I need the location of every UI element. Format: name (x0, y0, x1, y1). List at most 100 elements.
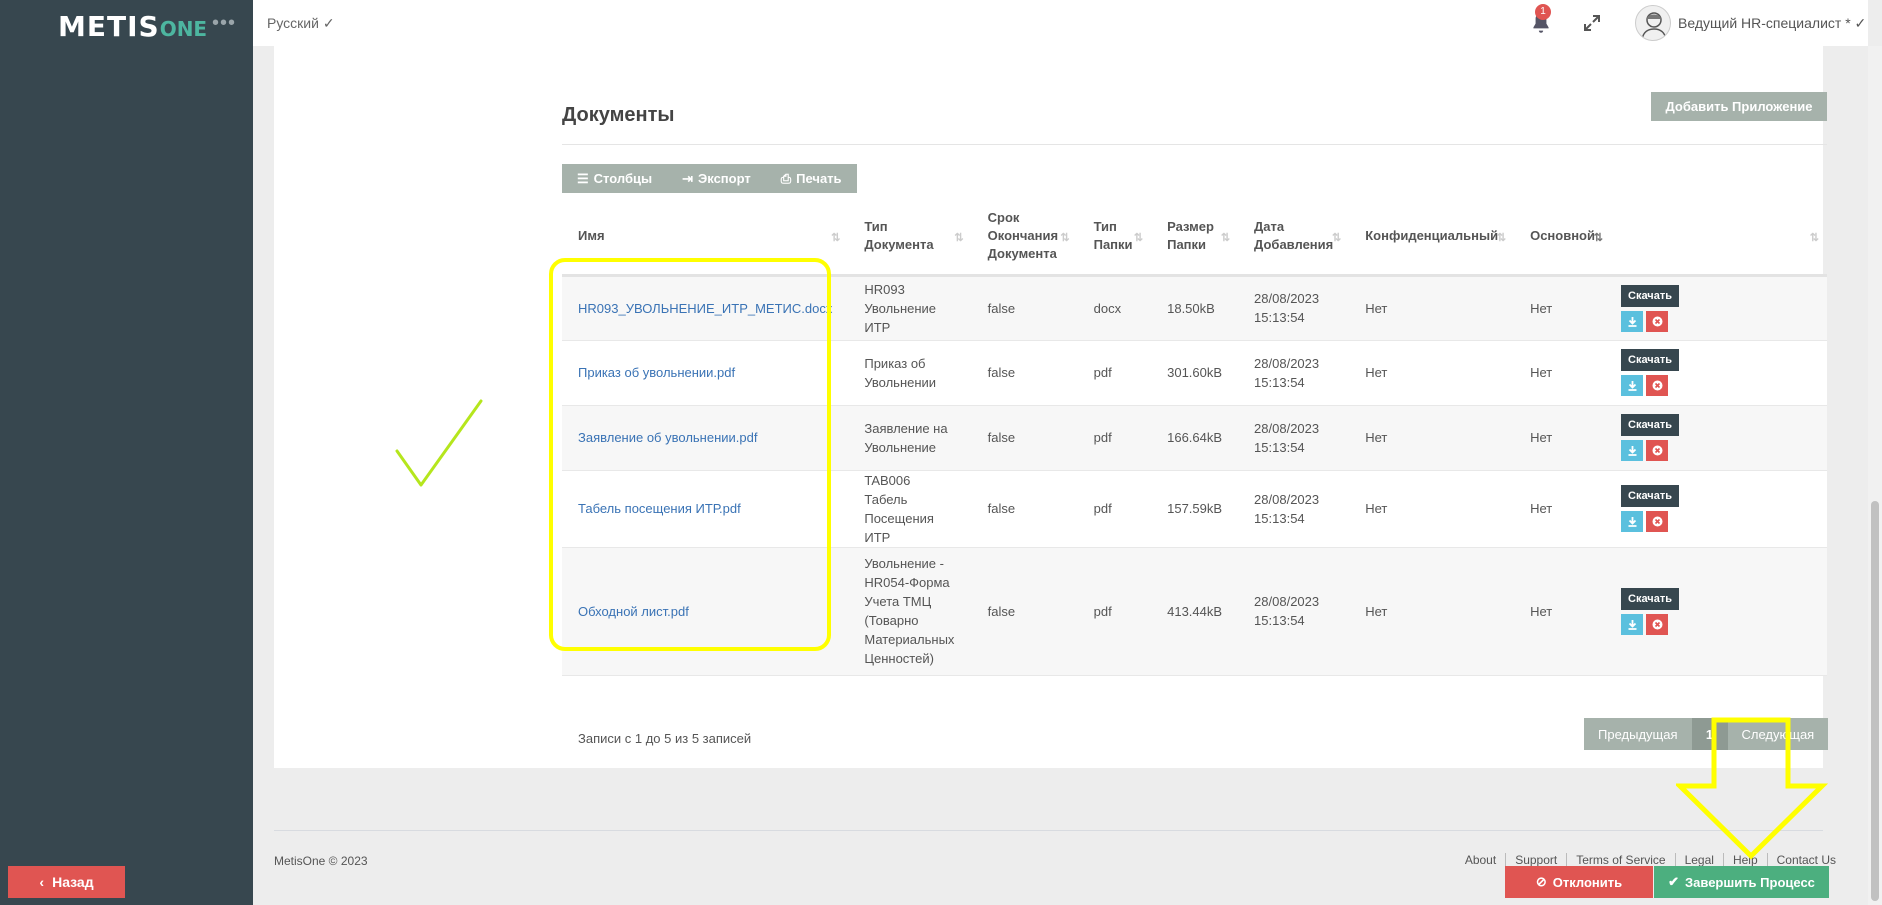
column-header-expiry[interactable]: Срок Окончания Документа ⇅ (971, 198, 1078, 277)
download-button[interactable]: Скачать (1621, 349, 1679, 371)
folder-type-cell: pdf (1077, 470, 1152, 548)
size-cell: 18.50kB (1151, 275, 1239, 341)
documents-card: Документы Добавить Приложение ☰ Столбцы ⇥… (274, 46, 1829, 768)
confidential-cell: Нет (1349, 340, 1515, 406)
records-info: Записи с 1 до 5 из 5 записей (578, 731, 752, 746)
download-icon[interactable] (1621, 613, 1643, 635)
column-header-name[interactable]: Имя ⇅ (562, 198, 849, 277)
footer-divider (274, 830, 1823, 831)
table-row: Заявление об увольнении.pdf Заявление на… (562, 405, 1827, 471)
print-button[interactable]: ⎙ Печать (766, 164, 857, 193)
column-header-main[interactable]: Основной ⇅ (1514, 198, 1611, 277)
back-button-label: Назад (52, 874, 94, 890)
actions-cell: Скачать (1611, 470, 1827, 548)
pagination-prev-button[interactable]: Предыдущая (1584, 718, 1692, 750)
download-button[interactable]: Скачать (1621, 485, 1679, 507)
download-button[interactable]: Скачать (1621, 587, 1679, 610)
back-button[interactable]: ‹ Назад (8, 866, 125, 898)
footer-link-help[interactable]: Help (1722, 853, 1767, 867)
fullscreen-icon[interactable] (1582, 13, 1602, 33)
table-toolbar: ☰ Столбцы ⇥ Экспорт ⎙ Печать (562, 164, 857, 193)
column-header-confidential[interactable]: Конфиденциальный ⇅ (1349, 198, 1515, 277)
column-header-date[interactable]: Дата Добавления ⇅ (1238, 198, 1350, 277)
download-button[interactable]: Скачать (1621, 414, 1679, 436)
footer-link-contact[interactable]: Contact Us (1766, 853, 1845, 867)
add-attachment-button[interactable]: Добавить Приложение (1651, 92, 1827, 121)
size-cell: 157.59kB (1151, 470, 1239, 548)
columns-button[interactable]: ☰ Столбцы (562, 164, 667, 193)
date-cell: 28/08/2023 15:13:54 (1238, 340, 1350, 406)
table-row: Табель посещения ИТР.pdf TAB006 Табель П… (562, 470, 1827, 548)
document-link[interactable]: Обходной лист.pdf (578, 604, 689, 619)
table-row: HR093_УВОЛЬНЕНИЕ_ИТР_МЕТИС.docx HR093 Ув… (562, 275, 1827, 341)
sort-icon: ⇅ (1220, 231, 1231, 244)
main-cell: Нет (1514, 405, 1611, 471)
delete-icon[interactable] (1646, 440, 1668, 461)
export-button[interactable]: ⇥ Экспорт (667, 164, 766, 193)
document-link[interactable]: HR093_УВОЛЬНЕНИЕ_ИТР_МЕТИС.docx (578, 301, 832, 316)
document-link[interactable]: Приказ об увольнении.pdf (578, 365, 735, 380)
date-cell: 28/08/2023 15:13:54 (1238, 547, 1350, 676)
footer-links: About Support Terms of Service Legal Hel… (1456, 853, 1845, 867)
footer-link-terms[interactable]: Terms of Service (1566, 853, 1674, 867)
actions-cell: Скачать (1611, 340, 1827, 406)
sort-icon: ⇅ (1332, 231, 1342, 244)
sort-desc-icon: ⇅ (1593, 231, 1603, 244)
chevron-down-icon: ✓ (1854, 15, 1867, 31)
delete-icon[interactable] (1646, 613, 1668, 635)
column-header-doc-type[interactable]: Тип Документа ⇅ (848, 198, 972, 277)
download-icon[interactable] (1621, 440, 1643, 461)
column-header-size[interactable]: Размер Папки ⇅ (1151, 198, 1239, 277)
main-cell: Нет (1514, 340, 1611, 406)
sidebar-menu-icon[interactable]: ••• (212, 12, 236, 35)
metisone-logo[interactable]: METISONE (58, 10, 207, 43)
pagination-next-button[interactable]: Следующая (1728, 718, 1829, 750)
confidential-cell: Нет (1349, 470, 1515, 548)
actions-cell: Скачать (1611, 275, 1827, 341)
documents-table: Имя ⇅ Тип Документа ⇅ Срок Окончания Докум… (562, 198, 1827, 676)
doc-type-cell: Увольнение - HR054-Форма Учета ТМЦ (Това… (848, 547, 972, 676)
size-cell: 166.64kB (1151, 405, 1239, 471)
pagination-page-1[interactable]: 1 (1691, 718, 1728, 750)
sort-icon: ⇅ (831, 231, 841, 244)
language-selector[interactable]: Русский ✓ (267, 15, 335, 32)
download-button[interactable]: Скачать (1621, 284, 1679, 307)
table-row: Приказ об увольнении.pdf Приказ об Уволь… (562, 340, 1827, 406)
document-link[interactable]: Табель посещения ИТР.pdf (578, 501, 741, 516)
date-cell: 28/08/2023 15:13:54 (1238, 405, 1350, 471)
date-cell: 28/08/2023 15:13:54 (1238, 275, 1350, 341)
user-role-menu[interactable]: Ведущий HR-специалист * ✓ (1678, 15, 1866, 32)
confidential-cell: Нет (1349, 547, 1515, 676)
user-avatar[interactable] (1635, 5, 1671, 41)
download-icon[interactable] (1621, 375, 1643, 396)
sort-icon: ⇅ (1060, 231, 1070, 244)
page-scrollbar[interactable] (1868, 46, 1882, 905)
scrollbar-thumb[interactable] (1871, 501, 1879, 901)
export-icon: ⇥ (682, 170, 693, 186)
divider (562, 144, 1827, 145)
footer-link-about[interactable]: About (1456, 853, 1505, 867)
folder-type-cell: pdf (1077, 547, 1152, 676)
delete-icon[interactable] (1646, 511, 1668, 532)
reject-button[interactable]: ⊘ Отклонить (1505, 866, 1653, 898)
expiry-cell: false (971, 405, 1078, 471)
table-row: Обходной лист.pdf Увольнение - HR054-Фор… (562, 547, 1827, 676)
column-header-actions: ⇅ (1611, 198, 1827, 277)
confidential-cell: Нет (1349, 275, 1515, 341)
footer-link-legal[interactable]: Legal (1674, 853, 1723, 867)
delete-icon[interactable] (1646, 375, 1668, 396)
download-icon[interactable] (1621, 511, 1643, 532)
document-link[interactable]: Заявление об увольнении.pdf (578, 430, 757, 445)
sort-icon: ⇅ (954, 231, 964, 244)
sidebar: METISONE ••• ‹ Назад (0, 0, 253, 905)
actions-cell: Скачать (1611, 405, 1827, 471)
download-icon[interactable] (1621, 310, 1643, 332)
column-header-folder-type[interactable]: Тип Папки ⇅ (1077, 198, 1152, 277)
expiry-cell: false (971, 470, 1078, 548)
check-icon: ✔ (1668, 874, 1679, 889)
sort-icon: ⇅ (1133, 231, 1144, 244)
ban-icon: ⊘ (1535, 874, 1547, 889)
delete-icon[interactable] (1646, 310, 1668, 332)
finish-process-button[interactable]: ✔ Завершить Процесс (1654, 866, 1829, 898)
footer-link-support[interactable]: Support (1505, 853, 1566, 867)
